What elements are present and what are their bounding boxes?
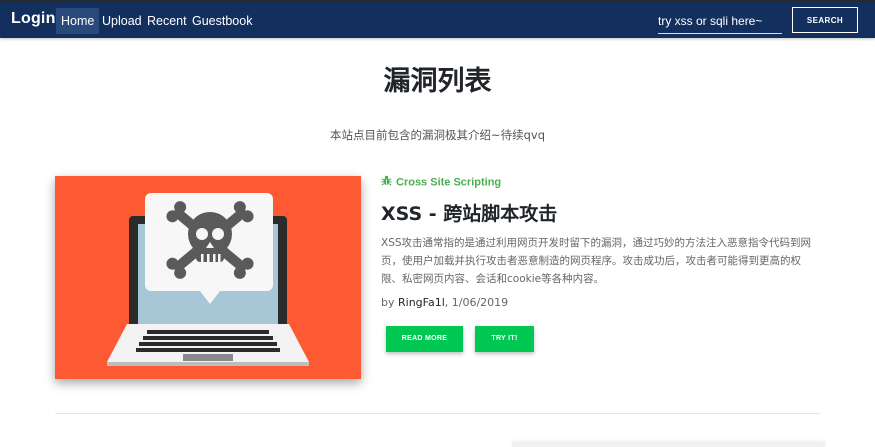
byline-prefix: by [381,296,398,309]
search-input[interactable] [658,8,782,34]
search-button[interactable]: SEARCH [792,7,858,33]
page-subtitle: 本站点目前包含的漏洞极其介绍~待续qvq [329,128,546,142]
post-image[interactable] [55,176,361,379]
nav-item-guestbook[interactable]: Guestbook [187,8,257,34]
nav-item-home[interactable]: Home [56,8,100,34]
post-date: , 1/06/2019 [444,296,509,309]
nav-item-upload[interactable]: Upload [97,8,147,34]
post-author[interactable]: RingFa1l [398,296,445,309]
section-divider [55,413,820,414]
post-category-label: Cross Site Scripting [396,176,502,189]
read-more-button[interactable]: READ MORE [386,326,463,352]
post-category[interactable]: Cross Site Scripting [381,175,501,189]
post-byline: by RingFa1l, 1/06/2019 [381,296,508,309]
bug-icon [381,175,392,190]
login-brand-link[interactable]: Login [11,10,56,28]
next-card-edge [512,442,825,447]
page-title: 漏洞列表 [383,66,492,97]
nav-item-recent[interactable]: Recent [142,8,192,34]
post-title[interactable]: XSS - 跨站脚本攻击 [381,199,557,226]
try-it-button[interactable]: TRY IT! [475,326,534,352]
post-description: XSS攻击通常指的是通过利用网页开发时留下的漏洞，通过巧妙的方法注入恶意指令代码… [381,237,812,285]
top-navbar: Login Home Upload Recent Guestbook SEARC… [0,2,875,38]
laptop-skull-illustration [107,193,309,366]
